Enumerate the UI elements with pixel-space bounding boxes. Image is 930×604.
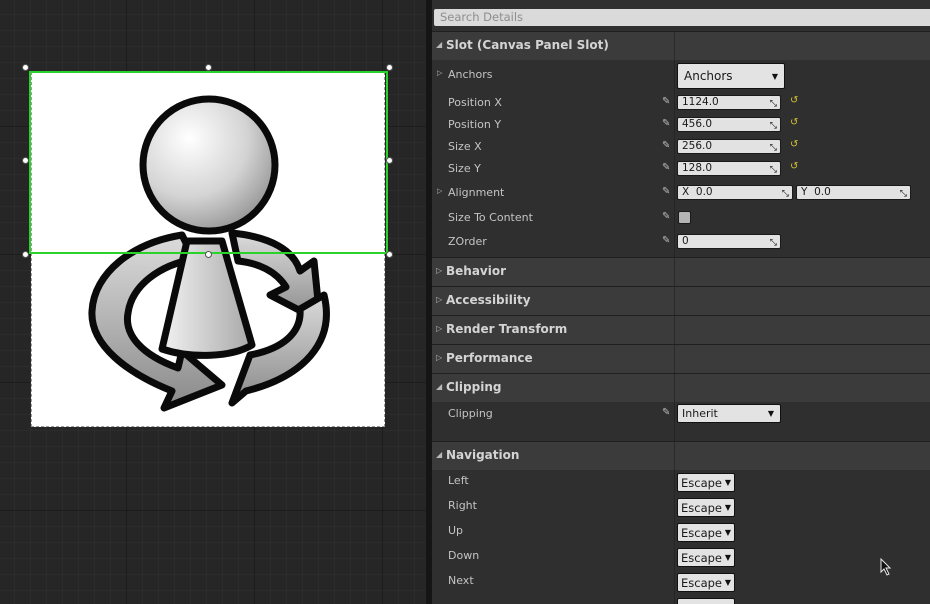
row-clipping: Clipping ✎ Inherit ▼ (432, 403, 930, 425)
pin-binding-icon[interactable]: ✎ (662, 186, 670, 197)
collapsed-arrow-icon: ▷ (436, 266, 443, 275)
dropdown-caret-icon: ▼ (724, 578, 731, 587)
row-anchors: ▷ Anchors Anchors ▼ (432, 63, 930, 89)
row-nav-next: Next Escape ▼ (432, 570, 930, 592)
row-zorder: ZOrder ✎ 0 ⤡ (432, 231, 930, 253)
reset-to-default-icon[interactable]: ↺ (790, 95, 798, 106)
pin-binding-icon[interactable]: ✎ (662, 211, 670, 222)
nav-up-dropdown[interactable]: Escape ▼ (677, 523, 735, 542)
dropdown-caret-icon: ▼ (724, 528, 731, 537)
resize-handle-bottom-right[interactable] (386, 251, 393, 258)
expanded-arrow-icon: ◢ (436, 450, 443, 459)
category-navigation[interactable]: ◢ Navigation (432, 441, 930, 470)
alignment-x-field[interactable]: X 0.0 ⤡ (677, 185, 793, 200)
nav-previous-dropdown[interactable] (677, 598, 735, 604)
size-x-field[interactable]: 256.0 ⤡ (677, 139, 781, 154)
collapsed-arrow-icon[interactable]: ▷ (437, 187, 442, 195)
category-clipping[interactable]: ◢ Clipping (432, 373, 930, 402)
nav-down-dropdown[interactable]: Escape ▼ (677, 548, 735, 567)
category-performance[interactable]: ▷ Performance (432, 344, 930, 373)
dropdown-caret-icon: ▼ (724, 503, 731, 512)
pin-binding-icon[interactable]: ✎ (662, 162, 670, 173)
reset-to-default-icon[interactable]: ↺ (790, 117, 798, 128)
zorder-field[interactable]: 0 ⤡ (677, 234, 781, 249)
row-alignment: ▷ Alignment ✎ X 0.0 ⤡ Y 0.0 ⤡ (432, 182, 930, 204)
collapsed-arrow-icon: ▷ (436, 295, 443, 304)
mouse-cursor-icon (880, 558, 892, 576)
dropdown-caret-icon: ▼ (767, 409, 774, 418)
position-y-field[interactable]: 456.0 ⤡ (677, 117, 781, 132)
clipping-dropdown[interactable]: Inherit ▼ (677, 404, 781, 423)
resize-handle-bottom-left[interactable] (22, 251, 29, 258)
resize-handle-top-right[interactable] (386, 64, 393, 71)
drag-grip-icon: ⤡ (781, 189, 789, 199)
row-position-x: Position X ✎ 1124.0 ⤡ ↺ (448, 95, 799, 110)
anchors-dropdown[interactable]: Anchors ▼ (677, 63, 785, 89)
category-accessibility[interactable]: ▷ Accessibility (432, 286, 930, 315)
details-panel: Search Details ◢ Slot (Canvas Panel Slot… (432, 0, 930, 604)
resize-handle-top-left[interactable] (22, 64, 29, 71)
nav-next-dropdown[interactable]: Escape ▼ (677, 573, 735, 592)
resize-handle-right[interactable] (386, 157, 393, 164)
drag-grip-icon: ⤡ (769, 121, 777, 131)
pin-binding-icon[interactable]: ✎ (662, 140, 670, 151)
drag-grip-icon: ⤡ (769, 143, 777, 153)
drag-grip-icon: ⤡ (769, 99, 777, 109)
category-title: Slot (Canvas Panel Slot) (446, 38, 609, 52)
resize-handle-top[interactable] (205, 64, 212, 71)
pin-binding-icon[interactable]: ✎ (662, 96, 670, 107)
category-behavior[interactable]: ▷ Behavior (432, 257, 930, 286)
row-size-x: Size X ✎ 256.0 ⤡ ↺ (448, 139, 799, 154)
collapsed-arrow-icon: ▷ (436, 353, 443, 362)
search-details-input[interactable]: Search Details (434, 9, 930, 26)
designer-canvas[interactable] (0, 0, 426, 604)
resize-handle-bottom[interactable] (205, 251, 212, 258)
expanded-arrow-icon: ◢ (436, 40, 443, 49)
dropdown-caret-icon: ▼ (724, 553, 731, 562)
resize-handle-left[interactable] (22, 157, 29, 164)
size-to-content-checkbox[interactable] (678, 211, 691, 224)
position-x-field[interactable]: 1124.0 ⤡ (677, 95, 781, 110)
row-nav-right: Right Escape ▼ (432, 495, 930, 517)
collapsed-arrow-icon: ▷ (436, 324, 443, 333)
nav-left-dropdown[interactable]: Escape ▼ (677, 473, 735, 492)
dropdown-caret-icon: ▼ (771, 72, 778, 81)
pin-binding-icon[interactable]: ✎ (662, 235, 670, 246)
category-render-transform[interactable]: ▷ Render Transform (432, 315, 930, 344)
row-nav-up: Up Escape ▼ (432, 520, 930, 542)
row-nav-left: Left Escape ▼ (432, 470, 930, 492)
row-nav-down: Down Escape ▼ (432, 545, 930, 567)
expanded-arrow-icon: ◢ (436, 382, 443, 391)
size-y-field[interactable]: 128.0 ⤡ (677, 161, 781, 176)
row-size-y: Size Y ✎ 128.0 ⤡ ↺ (448, 161, 799, 176)
drag-grip-icon: ⤡ (769, 238, 777, 248)
pin-binding-icon[interactable]: ✎ (662, 118, 670, 129)
drag-grip-icon: ⤡ (769, 165, 777, 175)
nav-right-dropdown[interactable]: Escape ▼ (677, 498, 735, 517)
collapsed-arrow-icon[interactable]: ▷ (437, 69, 442, 77)
row-position-y: Position Y ✎ 456.0 ⤡ ↺ (448, 117, 799, 132)
pin-binding-icon[interactable]: ✎ (662, 407, 670, 418)
reset-to-default-icon[interactable]: ↺ (790, 161, 798, 172)
reset-to-default-icon[interactable]: ↺ (790, 139, 798, 150)
selection-outline[interactable] (29, 71, 388, 254)
drag-grip-icon: ⤡ (899, 189, 907, 199)
dropdown-caret-icon: ▼ (724, 478, 731, 487)
alignment-y-field[interactable]: Y 0.0 ⤡ (796, 185, 911, 200)
row-size-to-content: Size To Content ✎ (432, 207, 930, 229)
category-slot[interactable]: ◢ Slot (Canvas Panel Slot) (432, 31, 930, 60)
